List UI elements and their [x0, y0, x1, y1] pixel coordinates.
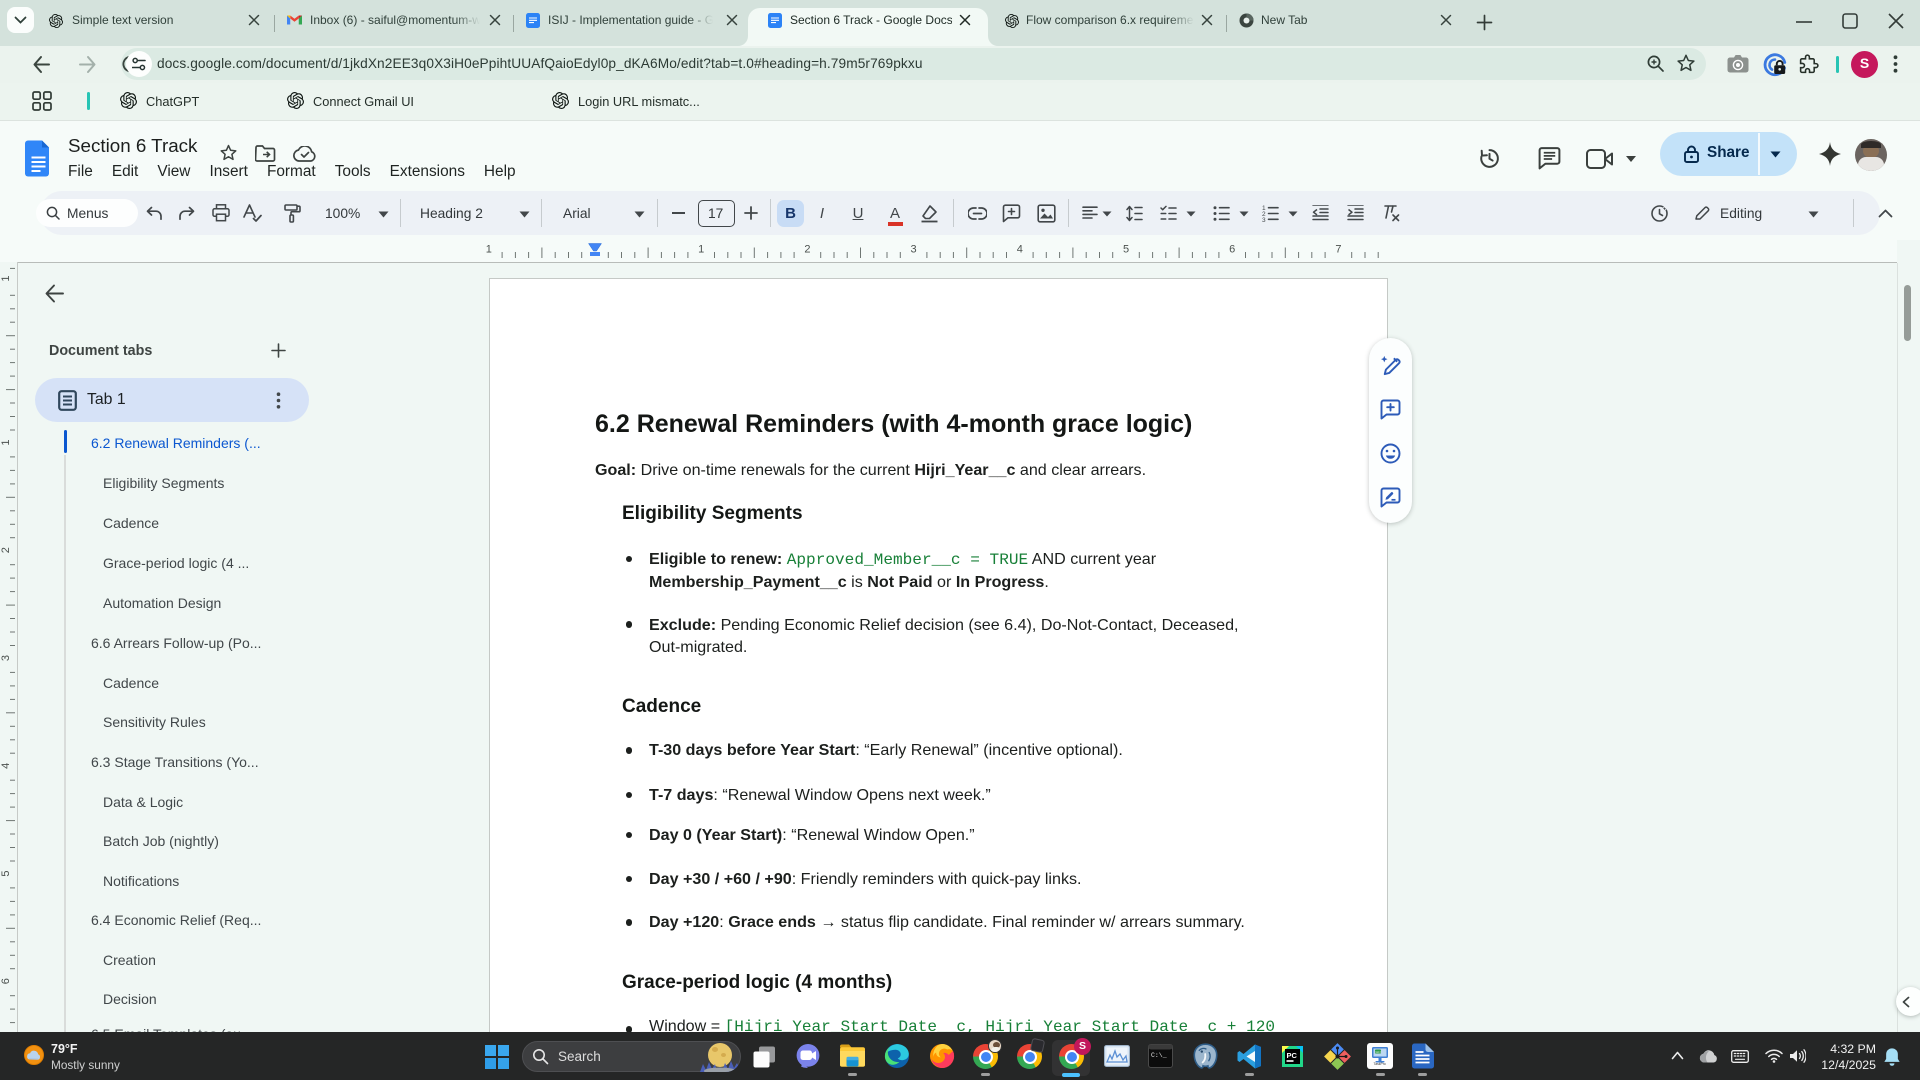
svg-text:5: 5	[1123, 244, 1129, 256]
svg-text:7: 7	[1335, 244, 1341, 256]
svg-text:3: 3	[1262, 217, 1266, 222]
svg-text:3: 3	[0, 655, 12, 661]
svg-text:1: 1	[698, 244, 704, 256]
svg-text:1: 1	[0, 276, 12, 282]
svg-text:2: 2	[804, 244, 810, 256]
svg-text:C:\_: C:\_	[1151, 1052, 1167, 1059]
svg-text:1: 1	[0, 439, 12, 445]
svg-text:4: 4	[0, 763, 12, 769]
svg-text:GCI: GCI	[1376, 1050, 1381, 1054]
svg-text:1: 1	[486, 244, 492, 256]
svg-text:PC: PC	[1287, 1051, 1298, 1060]
svg-text:2: 2	[0, 547, 12, 553]
svg-text:6: 6	[0, 978, 12, 984]
svg-text:TaskPro: TaskPro	[1374, 1062, 1386, 1065]
svg-text:5: 5	[0, 870, 12, 876]
svg-text:6: 6	[1229, 244, 1235, 256]
svg-text:4: 4	[1017, 244, 1023, 256]
svg-text:3: 3	[911, 244, 917, 256]
